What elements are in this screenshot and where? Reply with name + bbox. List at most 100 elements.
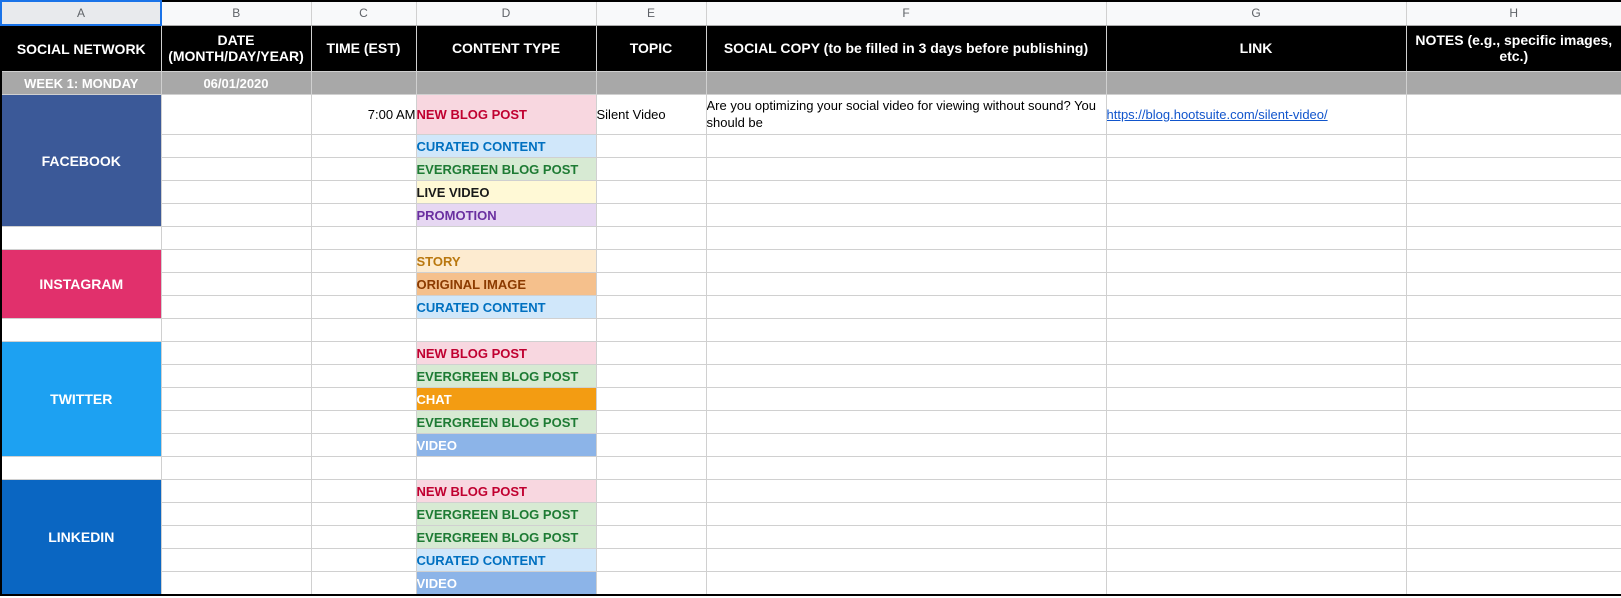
cell[interactable] — [1406, 181, 1621, 204]
cell[interactable] — [1406, 365, 1621, 388]
cell[interactable] — [1406, 572, 1621, 596]
ctype-evergreen[interactable]: EVERGREEN BLOG POST — [416, 365, 596, 388]
week-date[interactable]: 06/01/2020 — [161, 72, 311, 95]
ctype-curated[interactable]: CURATED CONTENT — [416, 135, 596, 158]
cell[interactable] — [311, 273, 416, 296]
cell[interactable] — [311, 342, 416, 365]
cell[interactable] — [1406, 135, 1621, 158]
hdr-date[interactable]: DATE(MONTH/DAY/YEAR) — [161, 25, 311, 72]
cell[interactable] — [1106, 480, 1406, 503]
cell[interactable] — [706, 296, 1106, 319]
ctype-evergreen[interactable]: EVERGREEN BLOG POST — [416, 158, 596, 181]
table-row[interactable]: LINKEDIN NEW BLOG POST — [1, 480, 1621, 503]
cell[interactable] — [596, 227, 706, 250]
ctype-curated[interactable]: CURATED CONTENT — [416, 549, 596, 572]
cell[interactable] — [596, 204, 706, 227]
ctype-evergreen[interactable]: EVERGREEN BLOG POST — [416, 503, 596, 526]
cell[interactable] — [311, 135, 416, 158]
cell[interactable] — [1406, 158, 1621, 181]
cell[interactable] — [706, 457, 1106, 480]
cell[interactable] — [1106, 549, 1406, 572]
col-F[interactable]: F — [706, 1, 1106, 25]
cell[interactable] — [1106, 135, 1406, 158]
ctype-video[interactable]: VIDEO — [416, 434, 596, 457]
network-linkedin[interactable]: LINKEDIN — [1, 480, 161, 596]
cell[interactable] — [161, 526, 311, 549]
cell[interactable] — [161, 273, 311, 296]
cell[interactable] — [1406, 434, 1621, 457]
ctype-live[interactable]: LIVE VIDEO — [416, 181, 596, 204]
cell[interactable] — [311, 250, 416, 273]
ctype-evergreen[interactable]: EVERGREEN BLOG POST — [416, 411, 596, 434]
cell[interactable] — [161, 411, 311, 434]
cell[interactable] — [1106, 158, 1406, 181]
cell[interactable] — [706, 342, 1106, 365]
cell[interactable] — [596, 526, 706, 549]
cell[interactable] — [706, 572, 1106, 596]
cell[interactable] — [161, 480, 311, 503]
table-row[interactable]: CURATED CONTENT — [1, 549, 1621, 572]
cell[interactable] — [1406, 72, 1621, 95]
cell[interactable] — [1106, 572, 1406, 596]
col-B[interactable]: B — [161, 1, 311, 25]
table-row[interactable]: EVERGREEN BLOG POST — [1, 158, 1621, 181]
ctype-origimg[interactable]: ORIGINAL IMAGE — [416, 273, 596, 296]
column-header-row[interactable]: A B C D E F G H — [1, 1, 1621, 25]
cell[interactable] — [1406, 411, 1621, 434]
table-row[interactable]: EVERGREEN BLOG POST — [1, 411, 1621, 434]
col-C[interactable]: C — [311, 1, 416, 25]
ctype-newblog[interactable]: NEW BLOG POST — [416, 480, 596, 503]
cell[interactable] — [311, 526, 416, 549]
gap-row[interactable] — [1, 227, 1621, 250]
cell[interactable] — [1406, 388, 1621, 411]
table-row[interactable]: INSTAGRAM STORY — [1, 250, 1621, 273]
table-row[interactable]: TWITTER NEW BLOG POST — [1, 342, 1621, 365]
cell[interactable] — [1406, 95, 1621, 135]
cell[interactable] — [1106, 72, 1406, 95]
cell[interactable] — [706, 72, 1106, 95]
cell[interactable] — [596, 273, 706, 296]
cell[interactable] — [706, 503, 1106, 526]
cell[interactable] — [161, 549, 311, 572]
cell[interactable] — [1406, 227, 1621, 250]
cell[interactable] — [1406, 526, 1621, 549]
cell[interactable] — [1106, 457, 1406, 480]
cell[interactable] — [161, 250, 311, 273]
cell[interactable] — [416, 227, 596, 250]
table-row[interactable]: EVERGREEN BLOG POST — [1, 365, 1621, 388]
cell[interactable] — [1106, 250, 1406, 273]
cell[interactable] — [161, 342, 311, 365]
cell[interactable] — [706, 319, 1106, 342]
cell[interactable] — [311, 158, 416, 181]
table-row[interactable]: VIDEO — [1, 434, 1621, 457]
cell[interactable] — [596, 296, 706, 319]
cell[interactable] — [706, 250, 1106, 273]
cell[interactable] — [706, 135, 1106, 158]
cell[interactable] — [311, 434, 416, 457]
col-A[interactable]: A — [1, 1, 161, 25]
cell[interactable] — [706, 273, 1106, 296]
hdr-topic[interactable]: TOPIC — [596, 25, 706, 72]
gap-row[interactable] — [1, 319, 1621, 342]
cell[interactable] — [311, 572, 416, 596]
cell[interactable] — [706, 204, 1106, 227]
network-instagram[interactable]: INSTAGRAM — [1, 250, 161, 319]
cell[interactable] — [596, 319, 706, 342]
cell[interactable] — [1106, 296, 1406, 319]
cell[interactable] — [311, 503, 416, 526]
cell[interactable] — [706, 480, 1106, 503]
ctype-story[interactable]: STORY — [416, 250, 596, 273]
hdr-notes[interactable]: NOTES (e.g., specific images, etc.) — [1406, 25, 1621, 72]
cell[interactable] — [706, 227, 1106, 250]
cell[interactable] — [596, 457, 706, 480]
cell[interactable] — [596, 434, 706, 457]
cell[interactable] — [1106, 273, 1406, 296]
link[interactable]: https://blog.hootsuite.com/silent-video/ — [1107, 107, 1328, 122]
cell[interactable] — [1106, 503, 1406, 526]
hdr-time[interactable]: TIME (EST) — [311, 25, 416, 72]
cell[interactable] — [1, 319, 161, 342]
cell[interactable] — [311, 457, 416, 480]
cell[interactable] — [311, 411, 416, 434]
copy-cell[interactable]: Are you optimizing your social video for… — [706, 95, 1106, 135]
ctype-evergreen[interactable]: EVERGREEN BLOG POST — [416, 526, 596, 549]
